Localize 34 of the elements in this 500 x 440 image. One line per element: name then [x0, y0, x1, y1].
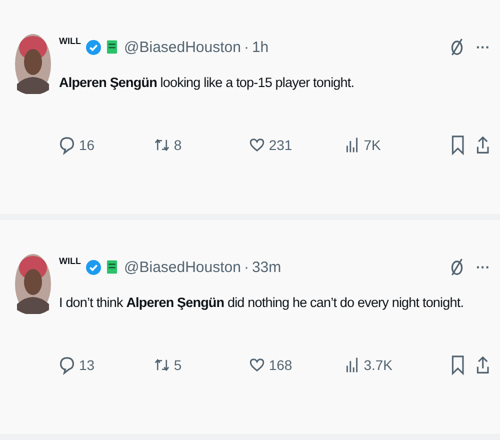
display-name[interactable]: WILL: [59, 36, 81, 46]
like-button[interactable]: 168: [248, 355, 344, 375]
reply-button[interactable]: 16: [59, 135, 154, 155]
handle[interactable]: @BiasedHouston: [124, 258, 241, 276]
speech-bubble-icon: [59, 355, 75, 375]
avatar[interactable]: [15, 254, 51, 314]
repost-button[interactable]: 5: [154, 355, 249, 375]
speech-bubble-icon: [59, 135, 75, 155]
post-time[interactable]: 1h: [252, 38, 269, 56]
display-name[interactable]: WILL: [59, 256, 81, 266]
reply-button[interactable]: 13: [59, 355, 154, 375]
bookmark-icon[interactable]: [450, 134, 464, 156]
slashed-circle-icon[interactable]: [449, 36, 465, 58]
more-button[interactable]: ···: [476, 39, 490, 55]
affiliate-badge-icon: [107, 260, 117, 274]
bar-chart-icon: [344, 355, 360, 375]
post-time[interactable]: 33m: [252, 258, 282, 276]
bar-chart-icon: [344, 135, 360, 155]
more-button[interactable]: ···: [476, 259, 490, 275]
views-button[interactable]: 7K: [344, 135, 439, 155]
separator: ·: [244, 258, 249, 276]
handle[interactable]: @BiasedHouston: [124, 38, 241, 56]
share-icon[interactable]: [476, 134, 490, 156]
post-text: Alperen Şengün looking like a top-15 player tonight.: [59, 74, 354, 92]
share-icon[interactable]: [476, 354, 490, 376]
post-text: I don’t think Alperen Şengün did nothing he can’t do every night tonight.: [59, 294, 464, 312]
avatar[interactable]: [15, 34, 51, 94]
like-button[interactable]: 231: [248, 135, 344, 155]
affiliate-badge-icon: [107, 40, 117, 54]
bookmark-icon[interactable]: [450, 354, 464, 376]
views-button[interactable]: 3.7K: [344, 355, 439, 375]
separator: ·: [244, 38, 249, 56]
repost-button[interactable]: 8: [154, 135, 249, 155]
slashed-circle-icon[interactable]: [449, 256, 465, 278]
